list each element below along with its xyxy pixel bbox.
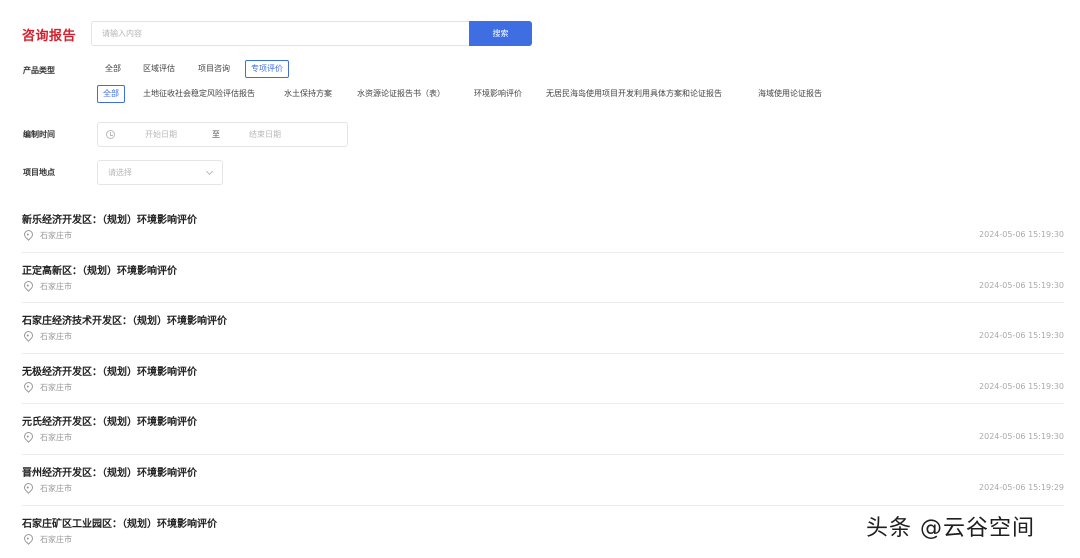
search-input[interactable] (91, 21, 470, 46)
report-location: 石家庄市 (40, 332, 72, 342)
report-location: 石家庄市 (40, 382, 72, 392)
location-pin-icon (22, 278, 35, 292)
sub-type-all[interactable]: 全部 (97, 85, 125, 103)
clock-icon (106, 130, 115, 139)
report-location: 石家庄市 (40, 534, 72, 544)
report-title[interactable]: 石家庄经济技术开发区：（规划）环境影响评价 (22, 312, 227, 327)
report-timestamp: 2024-05-06 15:19:30 (979, 381, 1064, 391)
end-date-input[interactable]: 结束日期 (249, 129, 281, 140)
list-item[interactable]: 正定高新区：（规划）环境影响评价 石家庄市 2024-05-06 15:19:3… (22, 253, 1064, 304)
date-separator: 至 (212, 130, 220, 139)
report-title[interactable]: 无极经济开发区：（规划）环境影响评价 (22, 363, 197, 378)
list-item[interactable]: 无极经济开发区：（规划）环境影响评价 石家庄市 2024-05-06 15:19… (22, 354, 1064, 405)
list-item[interactable]: 新乐经济开发区：（规划）环境影响评价 石家庄市 2024-05-06 15:19… (22, 202, 1064, 253)
report-location: 石家庄市 (40, 281, 72, 291)
product-type-consulting[interactable]: 项目咨询 (192, 60, 236, 78)
page-title: 咨询报告 (22, 29, 77, 44)
list-item[interactable]: 元氏经济开发区：（规划）环境影响评价 石家庄市 2024-05-06 15:19… (22, 404, 1064, 455)
report-list: 新乐经济开发区：（规划）环境影响评价 石家庄市 2024-05-06 15:19… (22, 202, 1064, 556)
sub-type-land[interactable]: 土地征收社会稳定风险评估报告 (137, 85, 261, 103)
report-location: 石家庄市 (40, 231, 72, 240)
report-location: 石家庄市 (40, 483, 72, 493)
sub-type-sea[interactable]: 海域使用论证报告 (752, 85, 828, 103)
sub-type-water[interactable]: 水资源论证报告书（表） (351, 85, 451, 103)
report-title[interactable]: 石家庄矿区工业园区：（规划）环境影响评价 (22, 515, 217, 530)
sub-type-soil[interactable]: 水土保持方案 (278, 85, 338, 103)
report-title[interactable]: 正定高新区：（规划）环境影响评价 (22, 262, 177, 277)
report-title[interactable]: 元氏经济开发区：（规划）环境影响评价 (22, 413, 197, 428)
report-timestamp: 2024-05-06 15:19:30 (979, 230, 1064, 239)
search-button[interactable]: 搜索 (469, 21, 532, 46)
report-location: 石家庄市 (40, 433, 72, 443)
location-select[interactable]: 请选择 (97, 160, 223, 185)
report-timestamp: 2024-05-06 15:19:29 (979, 482, 1064, 492)
location-pin-icon (22, 379, 35, 393)
sub-type-island[interactable]: 无居民海岛使用项目开发利用具体方案和论证报告 (540, 85, 728, 103)
list-item[interactable]: 石家庄经济技术开发区：（规划）环境影响评价 石家庄市 2024-05-06 15… (22, 303, 1064, 354)
report-timestamp: 2024-05-06 15:19:30 (979, 280, 1064, 290)
location-pin-icon (22, 228, 35, 241)
report-timestamp: 2024-05-06 15:19:30 (979, 331, 1064, 341)
product-type-all[interactable]: 全部 (99, 60, 127, 78)
list-item[interactable]: 晋州经济开发区：（规划）环境影响评价 石家庄市 2024-05-06 15:19… (22, 455, 1064, 506)
location-pin-icon (22, 481, 35, 494)
location-label: 项目地点 (23, 168, 55, 177)
sub-type-env[interactable]: 环境影响评价 (468, 85, 528, 103)
location-pin-icon (22, 430, 35, 444)
location-pin-icon (22, 329, 35, 343)
product-type-special[interactable]: 专项评价 (245, 60, 289, 78)
chevron-down-icon (205, 167, 214, 176)
report-timestamp: 2024-05-06 15:19:30 (979, 432, 1064, 442)
watermark: 头条 @云谷空间 (866, 516, 1035, 541)
location-pin-icon (22, 531, 35, 545)
date-range-picker[interactable]: 开始日期 至 结束日期 (97, 122, 348, 147)
time-label: 编制时间 (23, 130, 55, 139)
report-title[interactable]: 晋州经济开发区：（规划）环境影响评价 (22, 464, 197, 479)
product-type-label: 产品类型 (23, 66, 55, 75)
product-type-regional[interactable]: 区域评估 (137, 60, 181, 78)
report-title[interactable]: 新乐经济开发区：（规划）环境影响评价 (22, 211, 197, 226)
start-date-input[interactable]: 开始日期 (145, 129, 177, 140)
location-placeholder: 请选择 (108, 168, 132, 177)
